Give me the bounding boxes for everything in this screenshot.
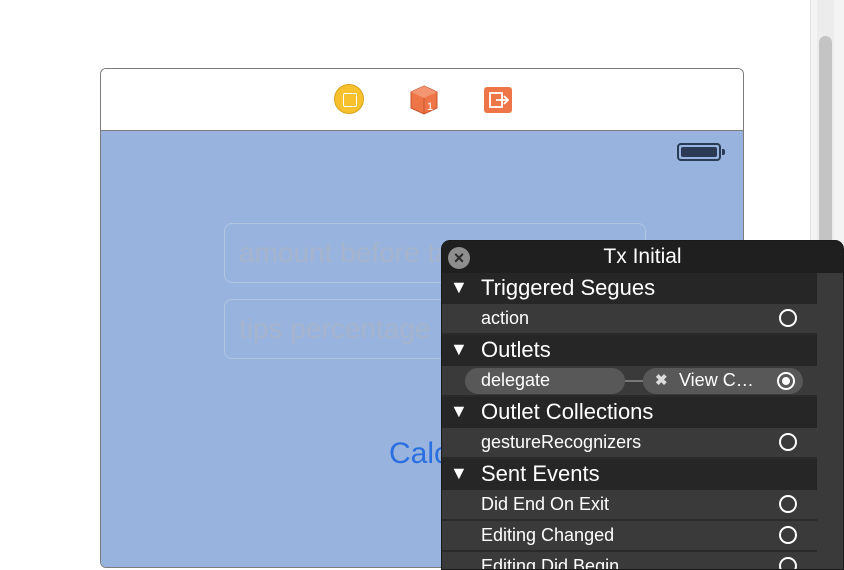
remove-connection-icon[interactable]: ✖ [655,371,668,389]
connection-circle-icon[interactable] [779,309,797,327]
section-title: Sent Events [481,461,600,486]
connection-label: Editing Did Begin [481,556,620,570]
connected-circle-icon[interactable] [777,372,795,390]
connection-label: Editing Changed [481,525,615,545]
first-responder-icon[interactable]: 1 [409,84,441,116]
connection-target-label: View C… [679,370,754,390]
connection-circle-icon[interactable] [779,495,797,513]
connection-label: gestureRecognizers [481,432,642,452]
connection-label: action [481,308,530,328]
disclosure-triangle-icon[interactable]: ▼ [450,277,468,298]
connection-label: Did End On Exit [481,494,610,514]
section-sent-events[interactable]: ▼ Sent Events [442,459,817,490]
calculate-button[interactable]: Calc [389,437,449,471]
view-controller-icon[interactable] [334,84,366,116]
section-outlets[interactable]: ▼ Outlets [442,335,817,366]
section-triggered-segues[interactable]: ▼ Triggered Segues [442,273,817,304]
popover-header: Tx Initial × [442,241,843,273]
svg-text:1: 1 [427,101,433,113]
connection-row-gesture-recognizers: gestureRecognizers [442,428,817,458]
connection-circle-icon[interactable] [779,557,797,569]
connections-popover: Tx Initial × ▼ Triggered Segues action ▼… [441,240,844,570]
connection-label: delegate [481,370,551,390]
connection-circle-icon[interactable] [779,526,797,544]
disclosure-triangle-icon[interactable]: ▼ [450,463,468,484]
section-title: Outlet Collections [481,399,654,424]
section-title: Triggered Segues [481,275,656,300]
scene-dock: 1 [101,69,743,131]
disclosure-triangle-icon[interactable]: ▼ [450,339,468,360]
disclosure-triangle-icon[interactable]: ▼ [450,401,468,422]
battery-icon [677,143,725,161]
connection-row-editing-changed: Editing Changed [442,521,817,551]
section-title: Outlets [481,337,551,362]
popover-scrollbar[interactable] [817,273,843,569]
popover-title: Tx Initial [603,245,682,268]
connection-row-did-end-on-exit: Did End On Exit [442,490,817,520]
outlet-pill-delegate[interactable]: delegate [465,368,625,394]
connection-row-editing-did-begin: Editing Did Begin [442,552,817,570]
connection-row-delegate: delegate ✖ View C… [442,366,817,396]
close-icon[interactable]: × [448,247,470,269]
connection-circle-icon[interactable] [779,433,797,451]
exit-icon[interactable] [484,87,512,113]
connection-line [625,380,643,382]
outlet-target-pill[interactable]: ✖ View C… [643,368,803,394]
connection-row-action: action [442,304,817,334]
section-outlet-collections[interactable]: ▼ Outlet Collections [442,397,817,428]
